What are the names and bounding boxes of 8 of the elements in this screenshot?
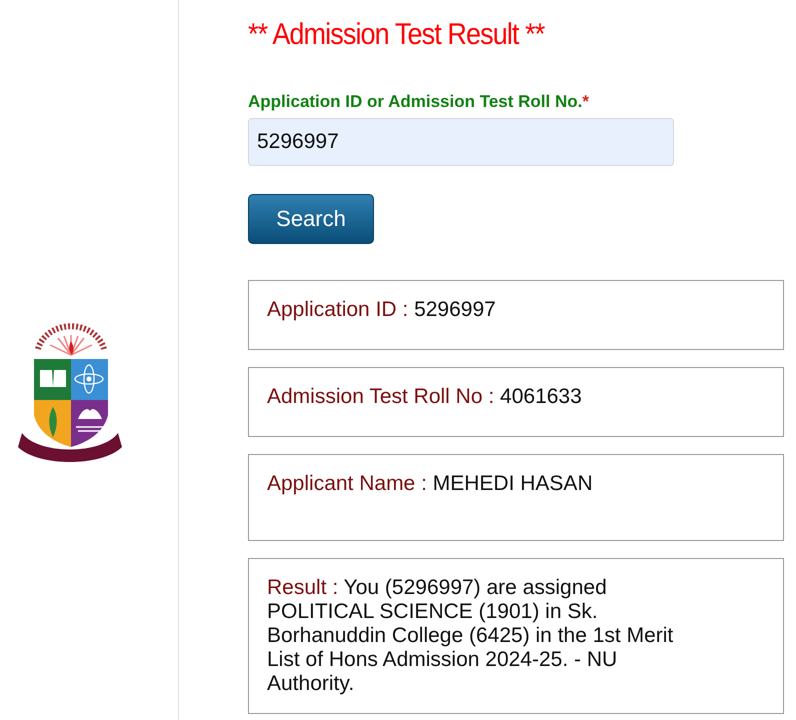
result-text: Result : You (5296997) are assigned POLITICAL SCIENCE (1901) in Sk. Borhanuddin College (6425) in the 1st Merit List of Hons Admission 2024-25. - NU Authority. xyxy=(267,576,674,696)
search-button[interactable]: Search xyxy=(248,194,374,244)
result-text: Application ID : 5296997 xyxy=(267,298,497,322)
page-title: ** Admission Test Result ** xyxy=(248,18,546,52)
input-field[interactable]: 5296997 xyxy=(248,118,674,166)
result-text: Applicant Name : MEHEDI HASAN xyxy=(267,472,594,496)
field-label: Application ID or Admission Test Roll No.* xyxy=(248,92,590,112)
result-text: Admission Test Roll No : 4061633 xyxy=(267,385,583,409)
